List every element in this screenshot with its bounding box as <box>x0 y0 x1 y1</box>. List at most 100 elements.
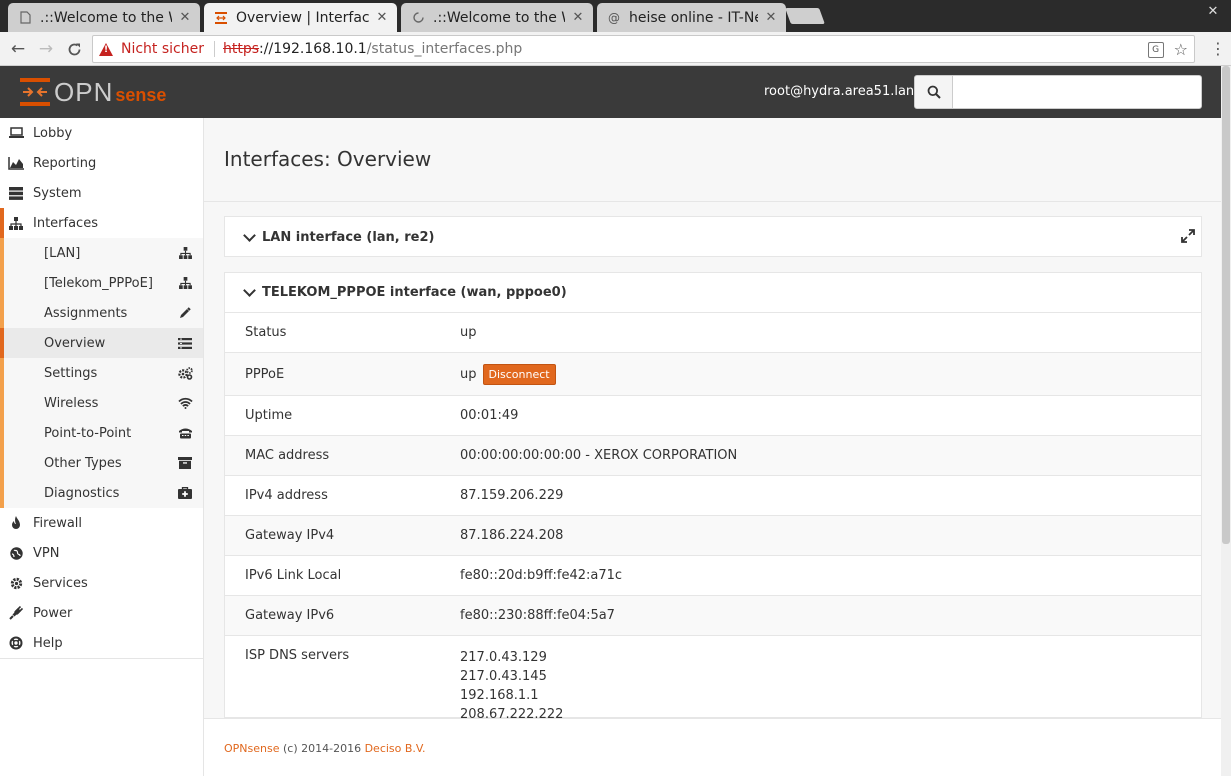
chevron-down-icon <box>243 228 256 242</box>
browser-menu-icon[interactable]: ⋮ <box>1210 41 1226 57</box>
page-scrollbar-thumb[interactable] <box>1222 66 1230 544</box>
expand-icon[interactable] <box>1181 229 1195 243</box>
url-host: ://192.168.10.1 <box>259 41 367 57</box>
browser-tab-4[interactable]: @ heise online - IT-Ne ✕ <box>597 3 786 32</box>
wifi-icon <box>177 395 193 411</box>
sidebar-item-diagnostics[interactable]: Diagnostics <box>0 478 203 508</box>
dns-server-value: 192.168.1.1 <box>460 688 539 703</box>
row-value: 00:00:00:00:00:00 - XEROX CORPORATION <box>460 448 738 463</box>
browser-tab-3[interactable]: .::Welcome to the W ✕ <box>401 3 593 32</box>
sidebar-item-system[interactable]: System <box>0 178 203 208</box>
sidebar-item-settings[interactable]: Settings <box>0 358 203 388</box>
translate-icon[interactable]: G <box>1147 41 1164 58</box>
panel-title: TELEKOM_PPPOE interface (wan, pppoe0) <box>262 285 567 300</box>
opnsense-link[interactable]: OPNsense <box>224 742 280 755</box>
url-scheme: https <box>223 41 260 57</box>
sidebar-item-label: [LAN] <box>44 245 81 261</box>
page-title: Interfaces: Overview <box>224 147 432 171</box>
table-row: IPv6 Link Local fe80::20d:b9ff:fe42:a71c <box>225 556 1201 596</box>
page-header: Interfaces: Overview <box>204 118 1221 202</box>
logo-text-opn: OPN <box>54 76 114 107</box>
warning-icon <box>99 42 113 56</box>
row-value: fe80::230:88ff:fe04:5a7 <box>460 608 615 623</box>
sidebar-item-label: Point-to-Point <box>44 425 132 441</box>
wan-interface-panel-header[interactable]: TELEKOM_PPPOE interface (wan, pppoe0) <box>225 273 1201 313</box>
sidebar-item-telekom-pppoe[interactable]: [Telekom_PPPoE] <box>0 268 203 298</box>
table-row: Gateway IPv4 87.186.224.208 <box>225 516 1201 556</box>
close-icon[interactable]: ✕ <box>764 10 778 25</box>
server-icon <box>8 185 24 201</box>
url-bar[interactable]: Nicht sicher https ://192.168.10.1 /stat… <box>92 35 1195 63</box>
sidebar-divider <box>0 658 203 659</box>
browser-tab-title: .::Welcome to the W <box>40 9 172 26</box>
user-account-link[interactable]: root@hydra.area51.lan <box>764 84 914 99</box>
lan-interface-panel-header[interactable]: LAN interface (lan, re2) <box>225 217 1201 257</box>
chevron-down-icon <box>243 284 256 297</box>
sitemap-icon <box>8 215 24 231</box>
row-value: fe80::20d:b9ff:fe42:a71c <box>460 568 623 583</box>
forward-arrow-icon[interactable]: → <box>35 38 57 60</box>
sidebar-item-services[interactable]: Services <box>0 568 203 598</box>
sidebar-item-interfaces[interactable]: Interfaces <box>0 208 203 238</box>
browser-tab-1[interactable]: .::Welcome to the W ✕ <box>8 3 200 32</box>
row-value: up <box>460 366 477 382</box>
sidebar-item-label: Settings <box>44 365 98 381</box>
sidebar-item-label: Firewall <box>33 515 83 531</box>
sidebar-item-assignments[interactable]: Assignments <box>0 298 203 328</box>
interface-details-table: Status up PPPoE up Disconnect Uptime 00:… <box>225 313 1201 718</box>
search-input[interactable] <box>952 75 1202 109</box>
pencil-icon <box>177 305 193 321</box>
sidebar: Lobby Reporting System Interfaces [LAN] … <box>0 118 204 776</box>
sidebar-item-label: Other Types <box>44 455 122 471</box>
dns-server-value: 217.0.43.145 <box>460 669 547 684</box>
sidebar-item-help[interactable]: Help <box>0 628 203 658</box>
sidebar-item-lan[interactable]: [LAN] <box>0 238 203 268</box>
security-status[interactable]: Nicht sicher <box>121 41 204 57</box>
sidebar-item-lobby[interactable]: Lobby <box>0 118 203 148</box>
sidebar-item-reporting[interactable]: Reporting <box>0 148 203 178</box>
close-icon[interactable]: ✕ <box>178 10 192 25</box>
table-row: MAC address 00:00:00:00:00:00 - XEROX CO… <box>225 436 1201 476</box>
life-ring-icon <box>8 635 24 651</box>
opnsense-logo[interactable]: OPN sense <box>20 76 167 107</box>
row-label: Gateway IPv6 <box>245 608 335 623</box>
opnsense-favicon-icon <box>214 11 228 25</box>
sidebar-item-overview[interactable]: Overview <box>0 328 203 358</box>
bookmark-star-icon[interactable]: ☆ <box>1174 40 1188 59</box>
disconnect-button[interactable]: Disconnect <box>482 363 556 385</box>
new-tab-button[interactable] <box>785 8 825 24</box>
row-value: 87.159.206.229 <box>460 488 564 503</box>
sidebar-item-wireless[interactable]: Wireless <box>0 388 203 418</box>
sidebar-item-firewall[interactable]: Firewall <box>0 508 203 538</box>
browser-tab-2[interactable]: Overview | Interfac ✕ <box>204 3 397 32</box>
table-row: Gateway IPv6 fe80::230:88ff:fe04:5a7 <box>225 596 1201 636</box>
logo-mark-icon <box>20 78 50 106</box>
logo-text-sense: sense <box>115 84 167 105</box>
browser-toolbar: ← → Nicht sicher https ://192.168.10.1 /… <box>0 32 1231 66</box>
sidebar-item-label: Wireless <box>44 395 99 411</box>
close-icon[interactable]: ✕ <box>571 10 585 25</box>
url-path: /status_interfaces.php <box>366 41 523 57</box>
row-value: 00:01:49 <box>460 408 519 423</box>
archive-icon <box>177 455 193 471</box>
sidebar-item-label: Assignments <box>44 305 128 321</box>
loading-spinner-icon <box>411 11 425 25</box>
back-arrow-icon[interactable]: ← <box>7 38 29 60</box>
row-label: IPv4 address <box>245 488 328 503</box>
globe-icon <box>8 545 24 561</box>
close-icon[interactable]: ✕ <box>375 10 389 25</box>
sidebar-item-other-types[interactable]: Other Types <box>0 448 203 478</box>
sidebar-item-label: Interfaces <box>33 215 98 231</box>
sidebar-item-vpn[interactable]: VPN <box>0 538 203 568</box>
footer-text: (c) 2014-2016 <box>279 742 365 755</box>
search-button[interactable] <box>914 75 953 109</box>
sidebar-item-label: Help <box>33 635 63 651</box>
window-close-icon[interactable]: ✕ <box>1202 4 1224 19</box>
sidebar-item-power[interactable]: Power <box>0 598 203 628</box>
deciso-link[interactable]: Deciso B.V. <box>365 742 426 755</box>
sidebar-item-label: VPN <box>33 545 60 561</box>
reload-icon[interactable] <box>63 38 85 60</box>
fire-icon <box>8 515 24 531</box>
row-label: IPv6 Link Local <box>245 568 342 583</box>
sidebar-item-point-to-point[interactable]: Point-to-Point <box>0 418 203 448</box>
